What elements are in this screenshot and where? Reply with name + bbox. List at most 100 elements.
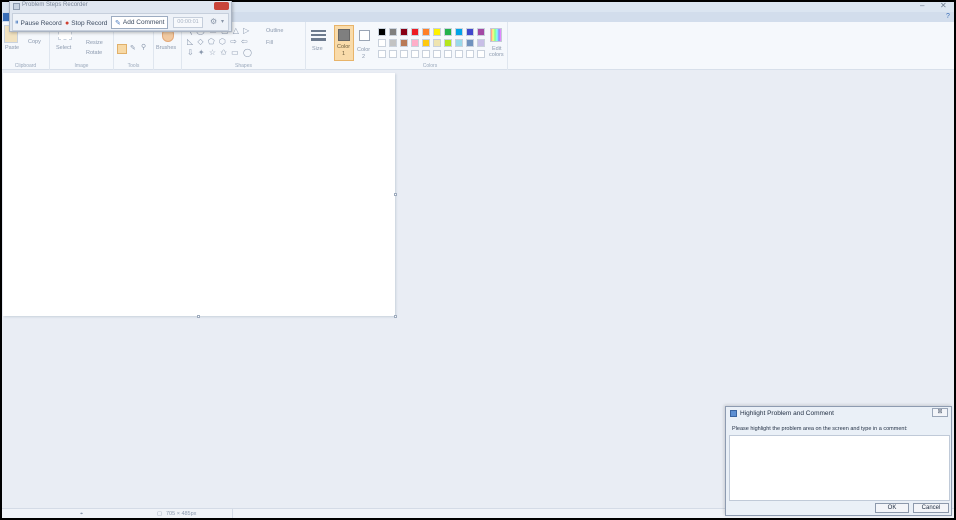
palette-swatch[interactable] xyxy=(477,39,485,47)
cursor-position-icon: ⌖ xyxy=(80,511,84,517)
color2-label: Color xyxy=(357,47,371,53)
colors-group: Edit colors Colors xyxy=(374,22,508,70)
palette-swatch[interactable] xyxy=(400,28,408,36)
help-icon[interactable]: ? xyxy=(946,13,950,20)
psr-title: Problem Steps Recorder xyxy=(22,2,88,8)
stop-record-button[interactable]: ● Stop Record xyxy=(65,17,107,29)
magnifier-icon[interactable]: ⚲ xyxy=(141,43,146,51)
palette-swatch[interactable] xyxy=(466,28,474,36)
image-label: Image xyxy=(74,63,89,69)
edit-colors-label-2[interactable]: colors xyxy=(489,52,504,58)
color-picker-icon[interactable]: ✎ xyxy=(130,44,136,52)
palette-swatch[interactable] xyxy=(477,50,485,58)
highlight-comment-dialog: Highlight Problem and Comment ⊠ Please h… xyxy=(725,406,952,516)
problem-steps-recorder: Problem Steps Recorder ⏸ Pause Record ● … xyxy=(9,1,232,32)
palette-swatch[interactable] xyxy=(422,50,430,58)
palette-swatch[interactable] xyxy=(466,39,474,47)
color2-number: 2 xyxy=(362,54,366,60)
palette-swatch[interactable] xyxy=(389,50,397,58)
resize-button[interactable]: Resize xyxy=(86,40,103,46)
color1-swatch xyxy=(338,29,350,41)
palette-swatch[interactable] xyxy=(400,39,408,47)
palette-swatch[interactable] xyxy=(433,28,441,36)
cancel-button[interactable]: Cancel xyxy=(913,503,949,513)
psr-app-icon xyxy=(13,3,20,10)
pause-record-button[interactable]: ⏸ Pause Record xyxy=(15,17,62,29)
canvas-resize-handle-corner[interactable] xyxy=(394,315,397,318)
canvas-resize-handle-bottom[interactable] xyxy=(197,315,200,318)
comment-icon: ✎ xyxy=(115,19,121,27)
dialog-close-button[interactable]: ⊠ xyxy=(932,408,948,417)
psr-toolbar: ⏸ Pause Record ● Stop Record ✎ Add Comme… xyxy=(12,13,229,31)
palette-swatch[interactable] xyxy=(389,39,397,47)
size-line-3 xyxy=(311,38,326,41)
palette-swatch[interactable] xyxy=(477,28,485,36)
shapes-gallery-row2[interactable]: ◺ ◇ ⬠ ⬡ ⇨ ⇦ xyxy=(187,37,249,46)
color1-button[interactable]: Color 1 xyxy=(334,25,354,61)
palette-swatch[interactable] xyxy=(455,28,463,36)
palette-swatch[interactable] xyxy=(378,28,386,36)
palette-swatch[interactable] xyxy=(422,28,430,36)
fill-button[interactable]: Fill xyxy=(266,40,273,46)
status-divider xyxy=(232,509,233,518)
brushes-button[interactable]: Brushes xyxy=(156,45,176,51)
pause-icon: ⏸ xyxy=(15,19,19,26)
psr-close-button[interactable] xyxy=(214,2,229,10)
outline-button[interactable]: Outline xyxy=(266,28,283,34)
palette-swatch[interactable] xyxy=(444,28,452,36)
palette-swatch[interactable] xyxy=(444,39,452,47)
palette-swatch[interactable] xyxy=(378,50,386,58)
chevron-down-icon[interactable]: ▾ xyxy=(221,18,224,25)
palette-swatch[interactable] xyxy=(455,39,463,47)
palette-swatch[interactable] xyxy=(389,28,397,36)
close-button[interactable]: ✕ xyxy=(940,2,947,10)
pencil-icon[interactable] xyxy=(117,44,127,54)
paste-button[interactable]: Paste xyxy=(5,45,19,51)
palette-swatch[interactable] xyxy=(444,50,452,58)
stop-record-label: Stop Record xyxy=(71,19,108,27)
color1-label: Color xyxy=(337,44,351,50)
palette-swatch[interactable] xyxy=(411,39,419,47)
elapsed-timer: 00:00:01 xyxy=(173,17,203,28)
ok-button[interactable]: OK xyxy=(875,503,909,513)
palette-swatch[interactable] xyxy=(433,50,441,58)
size-group: Size xyxy=(306,22,330,70)
image-dimensions: 705 × 485px xyxy=(166,511,197,517)
help-icon[interactable]: ⚙ xyxy=(210,17,217,26)
size-line-2 xyxy=(311,34,326,36)
tools-label: Tools xyxy=(127,63,140,69)
dialog-prompt: Please highlight the problem area on the… xyxy=(732,426,908,432)
palette-swatch[interactable] xyxy=(422,39,430,47)
pause-record-label: Pause Record xyxy=(20,19,62,27)
palette-swatch[interactable] xyxy=(455,50,463,58)
edit-colors-icon[interactable] xyxy=(490,28,502,42)
shapes-gallery-row3[interactable]: ⇩ ✦ ☆ ✩ ▭ ◯ xyxy=(187,48,253,57)
comment-textarea[interactable] xyxy=(729,435,950,501)
palette-swatch[interactable] xyxy=(411,50,419,58)
image-size-icon: ▢ xyxy=(157,511,163,517)
minimize-button[interactable]: – xyxy=(920,2,924,10)
stop-icon: ● xyxy=(65,19,70,27)
palette-swatch[interactable] xyxy=(433,39,441,47)
color1-number: 1 xyxy=(342,51,346,57)
shapes-label: Shapes xyxy=(235,63,252,69)
color2-swatch xyxy=(359,30,370,41)
canvas-resize-handle-right[interactable] xyxy=(394,193,397,196)
color2-button[interactable]: Color 2 xyxy=(357,25,373,61)
colors-label: Colors xyxy=(422,63,438,69)
palette-swatch[interactable] xyxy=(466,50,474,58)
clipboard-label: Clipboard xyxy=(14,63,37,69)
rotate-button[interactable]: Rotate xyxy=(86,50,102,56)
palette-swatch[interactable] xyxy=(400,50,408,58)
palette-swatch[interactable] xyxy=(411,28,419,36)
dialog-app-icon xyxy=(730,410,737,417)
add-comment-label: Add Comment xyxy=(122,19,165,26)
add-comment-button[interactable]: ✎ Add Comment xyxy=(111,16,169,29)
copy-button[interactable]: Copy xyxy=(28,39,41,45)
palette-swatch[interactable] xyxy=(378,39,386,47)
select-button[interactable]: Select xyxy=(56,45,71,51)
dialog-title: Highlight Problem and Comment xyxy=(740,410,834,417)
size-line-1 xyxy=(311,30,326,32)
drawing-canvas[interactable] xyxy=(3,73,395,316)
size-button[interactable]: Size xyxy=(312,46,323,52)
